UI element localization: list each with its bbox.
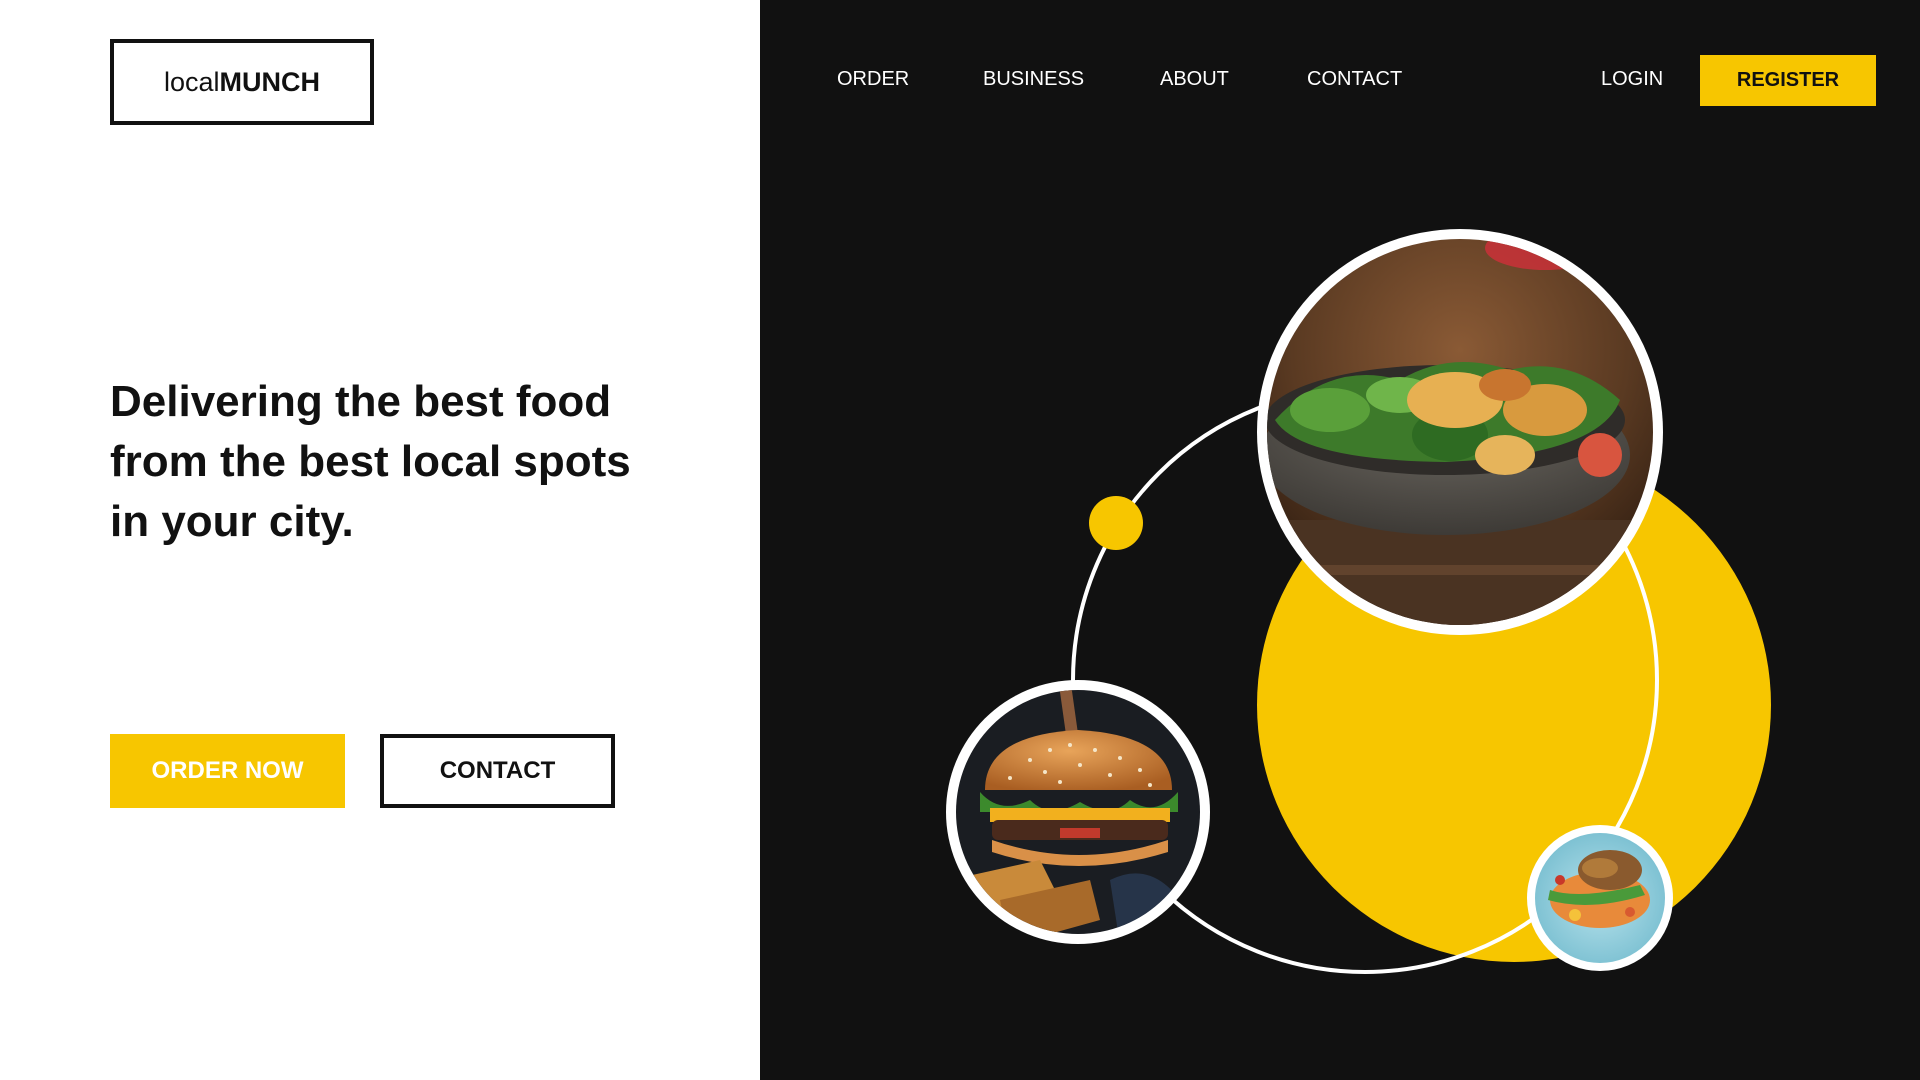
headline-line-2: from the best local spots <box>110 437 631 486</box>
burger-photo <box>946 680 1210 944</box>
hero-artwork <box>946 229 1771 974</box>
left-panel: local MUNCH Delivering the best food from… <box>0 0 760 1080</box>
contact-button[interactable]: CONTACT <box>380 734 615 808</box>
login-link[interactable]: LOGIN <box>1601 68 1663 91</box>
logo-bold-text: MUNCH <box>219 66 321 97</box>
logo[interactable]: local MUNCH <box>110 39 374 125</box>
hero-headline: Delivering the best food from the best l… <box>110 372 670 552</box>
nav-contact-link[interactable]: CONTACT <box>1307 68 1402 91</box>
nav-order-link[interactable]: ORDER <box>837 68 909 91</box>
grilled-fish-plate-photo <box>1527 825 1673 971</box>
order-now-button[interactable]: ORDER NOW <box>110 734 345 808</box>
nav-business-link[interactable]: BUSINESS <box>983 68 1084 91</box>
register-button[interactable]: REGISTER <box>1700 55 1876 106</box>
headline-line-3: in your city. <box>110 497 354 546</box>
nav-about-link[interactable]: ABOUT <box>1160 68 1229 91</box>
headline-line-1: Delivering the best food <box>110 377 612 426</box>
yellow-dot <box>1089 496 1143 550</box>
landing-page: local MUNCH Delivering the best food from… <box>0 0 1920 1080</box>
logo-light-text: local <box>163 66 220 97</box>
